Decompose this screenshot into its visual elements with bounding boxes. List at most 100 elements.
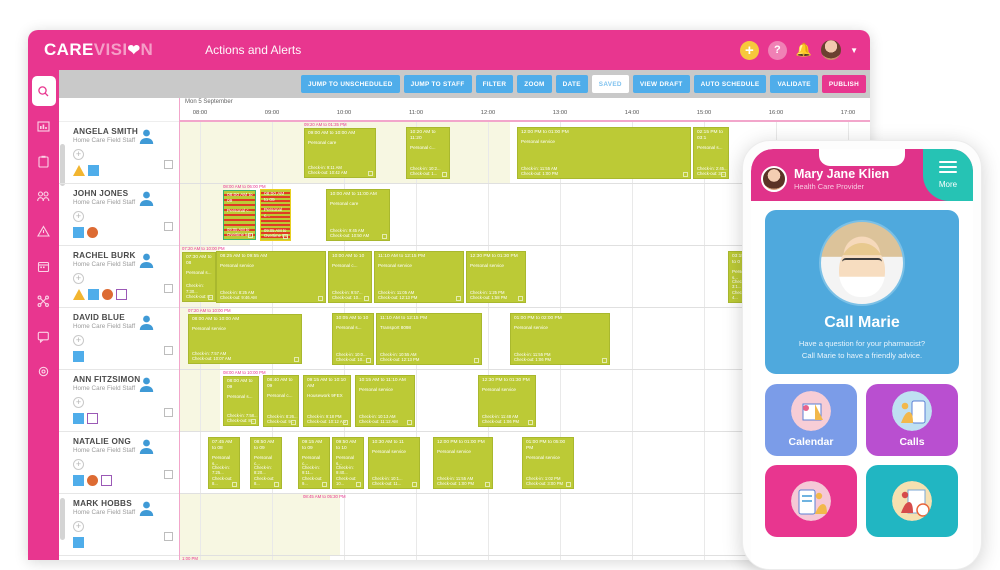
schedule-event[interactable]: 08:00 AM to 09 Personal c... 09:05 AM to Ov… — [260, 189, 291, 241]
schedule-event[interactable]: 10:05 AM to 10 Personal s... Check-in: 10:… — [332, 313, 374, 365]
toolbar-button-jump-to-staff[interactable]: JUMP TO STAFF — [403, 75, 472, 93]
event-resize-handle[interactable] — [232, 482, 237, 487]
staff-checkbox[interactable] — [164, 284, 173, 293]
add-shift-button[interactable]: + — [73, 273, 84, 284]
staff-row[interactable]: DAVID BLUE Home Care Field Staff + — [59, 308, 179, 370]
schedule-event[interactable]: 07:45 AM to 08 Personal s... Check-in: 7:2… — [208, 437, 240, 489]
chevron-down-icon[interactable]: ▼ — [850, 46, 858, 55]
event-resize-handle[interactable] — [683, 172, 688, 177]
rail-clipboard-icon[interactable] — [28, 146, 59, 176]
event-resize-handle[interactable] — [721, 172, 726, 177]
schedule-event[interactable]: 12:00 PM to 01:00 PM Personal service Chec… — [517, 127, 691, 179]
call-marie-card[interactable]: Call Marie Have a question for your phar… — [765, 210, 959, 374]
add-shift-button[interactable]: + — [73, 459, 84, 470]
avatar[interactable] — [821, 40, 842, 60]
event-resize-handle[interactable] — [208, 295, 213, 300]
schedule-event[interactable]: 10:20 AM to 11:20 Personal c... Check-in: … — [406, 127, 450, 179]
event-resize-handle[interactable] — [456, 296, 461, 301]
event-resize-handle[interactable] — [283, 234, 288, 239]
staff-avatar[interactable] — [138, 376, 155, 393]
schedule-event[interactable]: 11:10 AM to 12:15 PM Personal service Chec… — [374, 251, 464, 303]
event-resize-handle[interactable] — [485, 482, 490, 487]
schedule-event[interactable]: 08:00 AM to 10:00 AM Personal service Chec… — [188, 314, 302, 364]
event-resize-handle[interactable] — [356, 482, 361, 487]
staff-checkbox[interactable] — [164, 408, 173, 417]
schedule-event[interactable]: 08:00 AM to 09 Personal c... 09:05 AM to Ov… — [223, 190, 256, 240]
bell-icon[interactable]: 🔔 — [796, 42, 812, 58]
toolbar-button-zoom[interactable]: ZOOM — [517, 75, 552, 93]
staff-row[interactable]: JOHN JONES Home Care Field Staff + — [59, 184, 179, 246]
event-resize-handle[interactable] — [274, 482, 279, 487]
rail-chart-icon[interactable] — [28, 111, 59, 141]
schedule-event[interactable]: 01:00 PM to 02:00 PM Personal service Chec… — [510, 313, 610, 365]
add-shift-button[interactable]: + — [73, 335, 84, 346]
app-tile-calendar[interactable]: Calendar — [765, 383, 857, 456]
event-resize-handle[interactable] — [528, 420, 533, 425]
toolbar-button-publish[interactable]: PUBLISH — [821, 75, 866, 93]
event-resize-handle[interactable] — [518, 296, 523, 301]
app-tile-calls[interactable]: Calls — [866, 383, 958, 456]
add-icon[interactable]: + — [739, 40, 759, 60]
toolbar-button-validate[interactable]: VALIDATE — [770, 75, 818, 93]
rail-chat-icon[interactable] — [28, 321, 59, 351]
schedule-event[interactable]: 10:00 AM to 11:00 AM Personal care Check-i… — [326, 189, 390, 241]
rail-network-icon[interactable] — [28, 286, 59, 316]
schedule-event[interactable]: 12:30 PM to 01:30 PM Personal service Chec… — [466, 251, 526, 303]
staff-checkbox[interactable] — [164, 160, 173, 169]
event-resize-handle[interactable] — [407, 420, 412, 425]
schedule-event[interactable]: 12:30 PM to 01:30 PM Personal service Chec… — [478, 375, 536, 427]
schedule-event[interactable]: 09:00 AM to 10:00 AM Personal care Check-i… — [304, 128, 376, 178]
event-resize-handle[interactable] — [318, 296, 323, 301]
more-button[interactable]: More — [923, 149, 973, 201]
staff-avatar[interactable] — [138, 438, 155, 455]
toolbar-button-auto-schedule[interactable]: AUTO SCHEDULE — [693, 75, 767, 93]
event-resize-handle[interactable] — [364, 296, 369, 301]
event-resize-handle[interactable] — [322, 482, 327, 487]
staff-row[interactable]: ANGELA SMITH Home Care Field Staff + — [59, 122, 179, 184]
schedule-event[interactable]: 11:10 AM to 12:15 PM Transport 8098 Check-… — [376, 313, 482, 365]
app-tile[interactable] — [866, 464, 958, 537]
toolbar-button-view-draft[interactable]: VIEW DRAFT — [632, 75, 690, 93]
rail-warning-icon[interactable] — [28, 216, 59, 246]
event-resize-handle[interactable] — [248, 233, 253, 238]
staff-avatar[interactable] — [138, 500, 155, 517]
staff-row[interactable]: RACHEL BURK Home Care Field Staff + — [59, 246, 179, 308]
schedule-event[interactable]: 09:50 AM to 10 Personal s... Check-in: 9:4… — [332, 437, 364, 489]
staff-checkbox[interactable] — [164, 222, 173, 231]
add-shift-button[interactable]: + — [73, 149, 84, 160]
event-resize-handle[interactable] — [291, 420, 296, 425]
schedule-event[interactable]: 01:00 PM to 05:00 PM Personal service Chec… — [522, 437, 574, 489]
schedule-event[interactable]: 09:15 AM to 09 Personal c... Check-in: 9:1… — [298, 437, 330, 489]
toolbar-button-jump-to-unscheduled[interactable]: JUMP TO UNSCHEDULED — [300, 75, 400, 93]
event-resize-handle[interactable] — [294, 357, 299, 362]
staff-avatar[interactable] — [138, 128, 155, 145]
rail-calendar-icon[interactable] — [28, 251, 59, 281]
schedule-event[interactable]: 09:15 AM to 10:10 AM Housework 9FEX Check-… — [303, 375, 351, 427]
event-resize-handle[interactable] — [251, 419, 256, 424]
staff-row[interactable]: MARK HOBBS Home Care Field Staff + — [59, 494, 179, 556]
rail-people-icon[interactable] — [28, 181, 59, 211]
staff-row[interactable]: ANN FITZSIMON Home Care Field Staff + — [59, 370, 179, 432]
event-resize-handle[interactable] — [368, 171, 373, 176]
staff-checkbox[interactable] — [164, 346, 173, 355]
rail-settings-icon[interactable] — [28, 356, 59, 386]
schedule-event[interactable]: 08:50 AM to 09 Personal c... Check-in: 8:2… — [250, 437, 282, 489]
event-resize-handle[interactable] — [366, 358, 371, 363]
staff-avatar[interactable] — [138, 190, 155, 207]
event-resize-handle[interactable] — [343, 420, 348, 425]
schedule-event[interactable]: 10:15 AM to 11:10 AM Personal service Chec… — [355, 375, 415, 427]
staff-row[interactable]: BEN GALLERHome Care Field Staff+ — [59, 556, 179, 560]
staff-checkbox[interactable] — [164, 470, 173, 479]
app-tile[interactable] — [765, 464, 857, 537]
schedule-event[interactable]: 02:15 PM to 03:1 Personal s... Check-in: 2… — [693, 127, 729, 179]
schedule-event[interactable]: 07:30 AM to 08 Personal s... Check-in: 7:3… — [182, 252, 216, 302]
schedule-event[interactable]: 10:00 AM to 10 Personal c... Check-in: 9:5… — [328, 251, 372, 303]
staff-row[interactable]: NATALIE ONG Home Care Field Staff + — [59, 432, 179, 494]
add-shift-button[interactable]: + — [73, 211, 84, 222]
schedule-event[interactable]: 12:00 PM to 01:00 PM Personal service Chec… — [433, 437, 493, 489]
toolbar-button-saved[interactable]: SAVED — [591, 75, 629, 93]
staff-checkbox[interactable] — [164, 532, 173, 541]
event-resize-handle[interactable] — [412, 482, 417, 487]
staff-avatar[interactable] — [138, 252, 155, 269]
schedule-event[interactable]: 08:00 AM to 09 Personal s... Check-in: 7:5… — [223, 376, 259, 426]
